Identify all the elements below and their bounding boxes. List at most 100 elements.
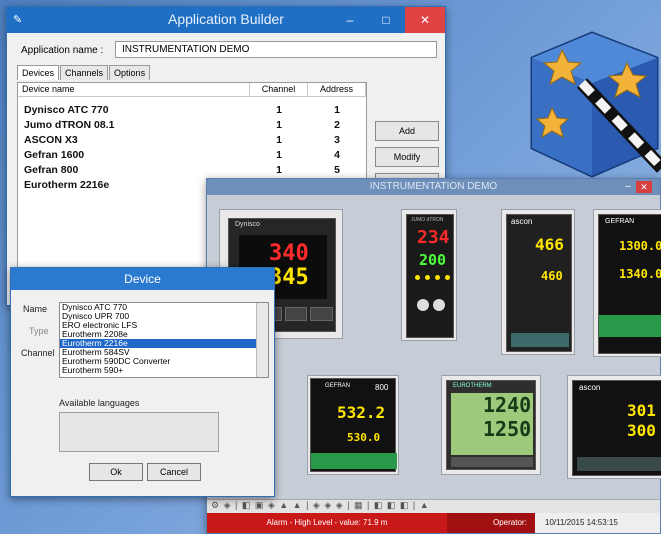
instrument-panel-gefran-1: GEFRAN 1300.0 1340.0 (593, 209, 661, 357)
demo-statusbar: Alarm - High Level - value: 71.9 m Opera… (207, 513, 660, 533)
name-label: Name (23, 304, 48, 314)
datetime-status: 10/11/2015 14:53:15 (535, 513, 660, 533)
address-cell: 4 (334, 149, 340, 161)
appname-label: Application name : (21, 45, 104, 56)
jumo-left-key[interactable] (417, 299, 429, 311)
ascon-1-controller[interactable]: ascon 466 460 (506, 214, 572, 352)
cancel-button[interactable]: Cancel (147, 463, 201, 481)
channel-label: Channel (21, 348, 55, 358)
jumo-sv: 200 (419, 251, 447, 269)
languages-box[interactable] (59, 412, 219, 452)
builder-tabs: Devices Channels Options (17, 65, 151, 80)
instrument-panel-ascon-1: ascon 466 460 (501, 209, 575, 355)
device-name-cell: Gefran 1600 (24, 149, 85, 161)
ascon-1-pv: 466 (535, 235, 564, 254)
device-dialog-title: Device (11, 268, 274, 290)
languages-label: Available languages (59, 398, 140, 408)
instrument-panel-ascon-2: ascon 301 300 (567, 375, 661, 479)
table-row[interactable]: Gefran 1600 1 4 (18, 148, 366, 163)
eurotherm-pv: 1240 (483, 393, 532, 417)
column-address[interactable]: Address (308, 83, 366, 96)
ok-button[interactable]: Ok (89, 463, 143, 481)
device-name-cell: Jumo dTRON 08.1 (24, 119, 115, 131)
eurotherm-keys[interactable] (451, 457, 533, 467)
maximize-button[interactable]: □ (371, 7, 401, 33)
column-device-name[interactable]: Device name (18, 83, 250, 96)
demo-title: INSTRUMENTATION DEMO (369, 181, 498, 192)
ascon-2-pv: 301 (627, 401, 656, 420)
operator-status: Operator: (447, 513, 535, 533)
ascon-2-controller[interactable]: ascon 301 300 (572, 380, 661, 476)
channel-cell: 1 (276, 104, 282, 116)
appname-input[interactable]: INSTRUMENTATION DEMO (115, 41, 437, 58)
eurotherm-controller[interactable]: EUROTHERM 1240 1250 (446, 380, 536, 470)
device-name-cell: ASCON X3 (24, 134, 78, 146)
address-cell: 5 (334, 164, 340, 176)
gefran-1-brand: GEFRAN (605, 218, 635, 225)
gefran-800-brand: GEFRAN (325, 383, 351, 389)
ascon-2-brand: ascon (579, 383, 601, 392)
add-button[interactable]: Add (375, 121, 439, 141)
instrument-panel-gefran-800: GEFRAN 800 532.2 530.0 (307, 375, 399, 475)
channel-cell: 1 (276, 119, 282, 131)
jumo-brand: JUMO dTRON (411, 217, 444, 223)
alarm-status: Alarm - High Level - value: 71.9 m (207, 513, 447, 533)
modify-button[interactable]: Modify (375, 147, 439, 167)
gefran-800-model: 800 (375, 383, 389, 392)
device-name-cell: Dynisco ATC 770 (24, 104, 109, 116)
jumo-controller[interactable]: JUMO dTRON 234 200 (406, 214, 454, 338)
table-row[interactable]: ASCON X3 1 3 (18, 133, 366, 148)
channel-cell: 1 (276, 164, 282, 176)
address-cell: 3 (334, 134, 340, 146)
gefran-1-keys[interactable] (599, 315, 661, 337)
device-name-list[interactable]: Dynisco ATC 770 Dynisco UPR 700 ERO elec… (59, 302, 269, 378)
demo-minimize-button[interactable]: – (622, 179, 634, 195)
instrument-panel-eurotherm: EUROTHERM 1240 1250 (441, 375, 541, 475)
demo-titlebar: INSTRUMENTATION DEMO – ✕ (207, 179, 660, 195)
list-scrollbar[interactable] (256, 303, 268, 377)
list-item[interactable]: Eurotherm 590+ (60, 366, 268, 375)
ascon-2-keys[interactable] (577, 457, 661, 471)
channel-cell: 1 (276, 134, 282, 146)
gefran-1-pv: 1300.0 (619, 239, 661, 253)
builder-titlebar: ✎ Application Builder – □ ✕ (7, 7, 445, 33)
ascon-2-sv: 300 (627, 421, 656, 440)
table-header: Device name Channel Address (18, 83, 366, 97)
device-dialog: Device Name Type Channel Dynisco ATC 770… (10, 267, 275, 497)
column-channel[interactable]: Channel (250, 83, 308, 96)
eurotherm-brand: EUROTHERM (453, 383, 492, 389)
dynisco-key[interactable] (310, 307, 333, 321)
ascon-1-brand: ascon (511, 217, 533, 226)
eurotherm-sv: 1250 (483, 417, 532, 441)
type-label: Type (29, 326, 49, 336)
dynisco-key[interactable] (284, 307, 308, 321)
jumo-up-key[interactable] (433, 299, 445, 311)
minimize-button[interactable]: – (335, 7, 365, 33)
dynisco-brand: Dynisco (235, 221, 260, 228)
jumo-pv: 234 (417, 227, 450, 248)
close-button[interactable]: ✕ (405, 7, 445, 33)
demo-close-button[interactable]: ✕ (636, 181, 652, 193)
ascon-1-sv: 460 (541, 269, 563, 283)
table-row[interactable]: Dynisco ATC 770 1 1 (18, 103, 366, 118)
gefran-800-keys[interactable] (311, 453, 397, 469)
address-cell: 1 (334, 104, 340, 116)
gefran-1-controller[interactable]: GEFRAN 1300.0 1340.0 (598, 214, 661, 354)
dynisco-pv: 340 (269, 241, 309, 266)
gefran-800-sv: 530.0 (347, 431, 381, 444)
tab-devices[interactable]: Devices (17, 65, 60, 80)
instrument-panel-jumo: JUMO dTRON 234 200 (401, 209, 457, 341)
magic-cube-logo-icon (530, 31, 661, 178)
gefran-800-pv: 532.2 (337, 403, 386, 422)
address-cell: 2 (334, 119, 340, 131)
demo-toolbar[interactable]: ⚙ ◈ | ◧ ▣ ◈ ▲ ▲ | ◈ ◈ ◈ | ▦ | ◧ ◧ ◧ | ▲ (207, 499, 660, 513)
table-row[interactable]: Gefran 800 1 5 (18, 163, 366, 178)
tab-options[interactable]: Options (109, 65, 151, 80)
channel-cell: 1 (276, 149, 282, 161)
device-name-cell: Gefran 800 (24, 164, 79, 176)
gefran-1-sv: 1340.0 (619, 267, 661, 281)
table-row[interactable]: Jumo dTRON 08.1 1 2 (18, 118, 366, 133)
gefran-800-controller[interactable]: GEFRAN 800 532.2 530.0 (310, 378, 397, 472)
ascon-1-keys[interactable] (511, 333, 569, 347)
tab-channels[interactable]: Channels (60, 65, 109, 80)
